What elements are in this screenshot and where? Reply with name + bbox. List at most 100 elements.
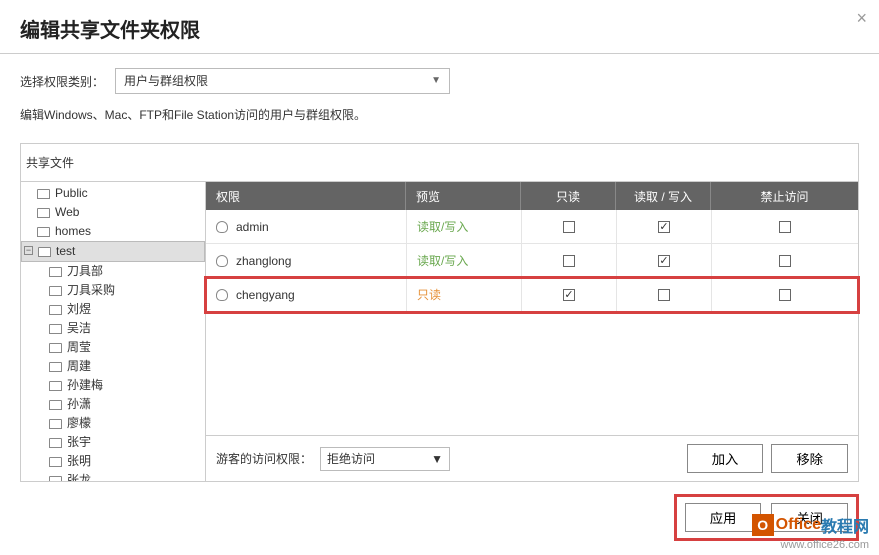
guest-access-select[interactable]: 拒绝访问 ▼ [320,447,450,471]
tree-item[interactable]: 周莹 [21,338,205,357]
cell-user: admin [206,210,406,243]
header-perm[interactable]: 权限 [206,182,406,210]
tree-item[interactable]: Web [21,203,205,222]
tree-item-label: 刀具采购 [67,283,115,298]
category-select[interactable]: 用户与群组权限 ▼ [115,68,450,94]
expand-icon[interactable]: − [24,246,33,255]
deny-checkbox[interactable] [779,221,791,233]
tree-item-label: Web [55,205,79,220]
cell-readonly [521,244,616,277]
tree-item[interactable]: 廖檬 [21,414,205,433]
user-name: admin [236,220,269,234]
folder-icon [49,381,62,391]
folder-icon [49,362,62,372]
readonly-checkbox[interactable] [563,221,575,233]
add-button[interactable]: 加入 [687,444,764,473]
user-icon [216,255,228,267]
tree-item-label: 周建 [67,359,91,374]
folder-icon [49,286,62,296]
guest-value: 拒绝访问 [327,448,375,470]
tree-item-label: Public [55,186,88,201]
hint-text: 编辑Windows、Mac、FTP和File Station访问的用户与群组权限… [0,100,879,133]
dialog-footer: 应用 关闭 [0,482,879,553]
tree-item[interactable]: 刀具采购 [21,281,205,300]
table-row[interactable]: chengyang只读✓ [206,278,858,312]
user-name: zhanglong [236,254,291,268]
chevron-down-icon: ▼ [431,448,443,470]
cell-preview: 读取/写入 [406,244,521,277]
close-icon[interactable]: × [856,8,867,29]
readonly-checkbox[interactable] [563,255,575,267]
readwrite-checkbox[interactable] [658,289,670,301]
folder-icon [49,457,62,467]
tree-item[interactable]: 张宇 [21,433,205,452]
tree-item-label: 吴洁 [67,321,91,336]
tree-item[interactable]: 刀具部 [21,262,205,281]
dialog-title: 编辑共享文件夹权限 [0,0,879,54]
footer-highlight: 应用 关闭 [674,494,859,541]
table-row[interactable]: admin 读取/写入 ✓ [206,210,858,244]
header-preview[interactable]: 预览 [406,182,521,210]
tree-item[interactable]: − test [21,241,205,262]
folder-icon [37,189,50,199]
table-header: 权限 预览 只读 读取 / 写入 禁止访问 [206,182,858,210]
chevron-down-icon: ▼ [431,69,441,93]
header-readonly[interactable]: 只读 [521,182,616,210]
readwrite-checkbox[interactable]: ✓ [658,255,670,267]
tree-item-label: 孙潇 [67,397,91,412]
readwrite-checkbox[interactable]: ✓ [658,221,670,233]
cell-deny [711,210,858,243]
folder-tree[interactable]: Public Web homes − test 刀具部刀具采购刘煜吴洁周莹周建孙建梅孙潇廖… [21,181,205,481]
tree-item[interactable]: 吴洁 [21,319,205,338]
tree-item[interactable]: Public [21,184,205,203]
readonly-checkbox[interactable]: ✓ [563,289,575,301]
header-deny[interactable]: 禁止访问 [711,182,858,210]
table-row[interactable]: zhanglong 读取/写入 ✓ [206,244,858,278]
preview-text: 读取/写入 [417,252,468,269]
folder-icon [49,324,62,334]
folder-icon [49,476,62,482]
category-value: 用户与群组权限 [124,69,208,93]
category-row: 选择权限类别： 用户与群组权限 ▼ [0,54,879,100]
folder-icon [49,400,62,410]
tree-item[interactable]: 张龙 [21,471,205,481]
folder-icon [38,247,51,257]
tree-item-label: 刀具部 [67,264,103,279]
tree-item[interactable]: 孙建梅 [21,376,205,395]
cell-user: zhanglong [206,244,406,277]
tree-item-label: 张龙 [67,473,91,481]
folder-icon [49,305,62,315]
close-button[interactable]: 关闭 [771,503,848,532]
tree-item-label: 张明 [67,454,91,469]
cell-deny [711,244,858,277]
cell-readwrite [616,278,711,311]
deny-checkbox[interactable] [779,255,791,267]
tree-item[interactable]: 周建 [21,357,205,376]
remove-button[interactable]: 移除 [771,444,848,473]
header-readwrite[interactable]: 读取 / 写入 [616,182,711,210]
category-label: 选择权限类别： [20,73,115,90]
tree-item-label: test [56,244,75,259]
panel-header: 共享文件 [21,144,858,181]
guest-label: 游客的访问权限： [216,450,312,467]
deny-checkbox[interactable] [779,289,791,301]
apply-button[interactable]: 应用 [685,503,762,532]
tree-item-label: 孙建梅 [67,378,103,393]
tree-item[interactable]: 刘煜 [21,300,205,319]
cell-preview: 只读 [406,278,521,311]
tree-item[interactable]: 孙潇 [21,395,205,414]
bottom-bar: 游客的访问权限： 拒绝访问 ▼ 加入 移除 [206,435,858,481]
folder-icon [49,438,62,448]
tree-item[interactable]: homes [21,222,205,241]
main-panel: 共享文件 Public Web homes − test 刀具部刀具采购刘煜吴洁周莹周建孙… [20,143,859,482]
folder-icon [37,208,50,218]
user-icon [216,289,228,301]
tree-item[interactable]: 张明 [21,452,205,471]
cell-readwrite: ✓ [616,244,711,277]
cell-preview: 读取/写入 [406,210,521,243]
cell-readonly [521,210,616,243]
cell-readonly: ✓ [521,278,616,311]
permission-panel: 权限 预览 只读 读取 / 写入 禁止访问 admin读取/写入✓zhanglo… [205,181,858,481]
preview-text: 只读 [417,286,441,303]
tree-item-label: 张宇 [67,435,91,450]
